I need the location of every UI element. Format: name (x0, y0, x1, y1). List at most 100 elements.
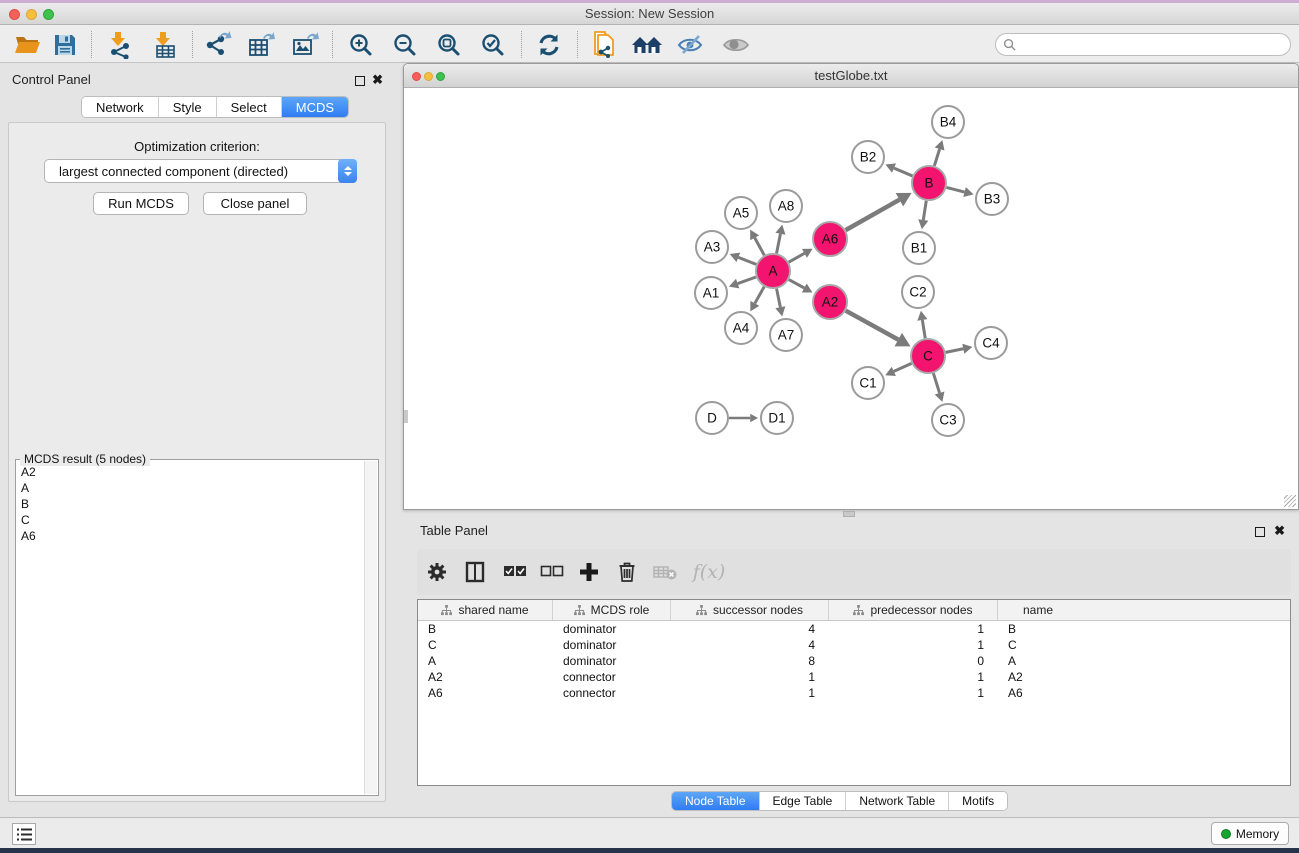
network-window-titlebar[interactable]: testGlobe.txt (404, 64, 1298, 88)
zoom-selected-button[interactable] (476, 30, 510, 60)
zoom-in-button[interactable] (344, 30, 378, 60)
network-view-window: testGlobe.txt A5A8A3A1A4A7AA6A2BB2B4B3B1… (403, 63, 1299, 510)
export-image-button[interactable] (288, 30, 322, 60)
close-panel-button[interactable]: Close panel (203, 192, 307, 215)
zoom-in-icon (348, 32, 374, 58)
table-settings-button[interactable] (421, 557, 453, 587)
graph-edge-A-A2[interactable] (789, 280, 804, 288)
graph-edge-C-C4[interactable] (946, 349, 964, 353)
search-field[interactable] (995, 33, 1291, 56)
column-header-MCDS-role[interactable]: MCDS role (553, 600, 671, 620)
tab-network-table[interactable]: Network Table (846, 792, 949, 810)
memory-button[interactable]: Memory (1211, 822, 1289, 845)
optimization-criterion-select[interactable]: largest connected component (directed) (44, 159, 357, 183)
import-table-button[interactable] (148, 30, 182, 60)
clone-network-button[interactable] (588, 30, 622, 60)
network-graph[interactable]: A5A8A3A1A4A7AA6A2BB2B4B3B1C2CC4C1C3DD1 (404, 88, 1298, 509)
graph-edge-A-A3[interactable] (738, 257, 756, 264)
function-icon: f(x) (693, 561, 726, 583)
select-all-button[interactable] (499, 557, 531, 587)
table-row[interactable]: A2connector11A2 (418, 669, 1290, 685)
float-table-panel-icon[interactable] (1255, 524, 1265, 542)
tab-node-table[interactable]: Node Table (672, 792, 760, 810)
minimize-network-icon[interactable] (424, 72, 433, 81)
table-cell: 1 (671, 686, 829, 700)
graph-edge-C-C3[interactable] (933, 373, 939, 393)
window-resize-grip[interactable] (1284, 495, 1296, 507)
graph-edge-A6-B[interactable] (846, 200, 900, 230)
table-row[interactable]: Cdominator41C (418, 637, 1290, 653)
vertical-scroll-nub[interactable] (404, 410, 408, 423)
tab-motifs[interactable]: Motifs (949, 792, 1007, 810)
graph-edge-C-C1[interactable] (894, 363, 912, 371)
optimization-criterion-label: Optimization criterion: (9, 139, 385, 154)
home-view-button[interactable] (630, 30, 664, 60)
save-icon (53, 33, 77, 57)
export-table-button[interactable] (244, 30, 278, 60)
function-builder-button[interactable]: f(x) (689, 557, 729, 587)
minimize-window-icon[interactable] (26, 9, 37, 20)
show-panels-button[interactable] (719, 30, 753, 60)
zoom-fit-button[interactable] (432, 30, 466, 60)
close-panel-icon[interactable]: ✖ (372, 75, 383, 85)
table-row[interactable]: A6connector11A6 (418, 685, 1290, 701)
zoom-network-icon[interactable] (436, 72, 445, 81)
tab-mcds[interactable]: MCDS (282, 97, 348, 117)
graph-edge-B-B1[interactable] (923, 201, 926, 220)
column-header-successor-nodes[interactable]: successor nodes (671, 600, 829, 620)
network-canvas[interactable]: A5A8A3A1A4A7AA6A2BB2B4B3B1C2CC4C1C3DD1 (404, 88, 1298, 509)
graph-edge-B-B2[interactable] (894, 168, 912, 176)
column-header-predecessor-nodes[interactable]: predecessor nodes (829, 600, 998, 620)
open-session-button[interactable] (11, 30, 45, 60)
zoom-out-button[interactable] (388, 30, 422, 60)
graph-edge-B-B4[interactable] (934, 149, 939, 166)
import-network-button[interactable] (103, 30, 137, 60)
table-row[interactable]: Adominator80A (418, 653, 1290, 669)
graph-edge-A2-C[interactable] (846, 311, 899, 340)
graph-edge-A-A6[interactable] (789, 253, 805, 262)
close-table-panel-icon[interactable]: ✖ (1274, 526, 1285, 536)
save-session-button[interactable] (48, 30, 82, 60)
graph-edge-B-B3[interactable] (946, 187, 964, 192)
graph-edge-A-A8[interactable] (777, 234, 781, 254)
result-list-item[interactable]: C (17, 512, 363, 528)
create-column-button[interactable] (573, 557, 605, 587)
tab-edge-table[interactable]: Edge Table (760, 792, 847, 810)
table-cell: connector (553, 686, 671, 700)
result-list-item[interactable]: A (17, 480, 363, 496)
close-window-icon[interactable] (9, 9, 20, 20)
search-input[interactable] (1020, 36, 1290, 54)
mcds-result-box: MCDS result (5 nodes) A2ABCA6 (15, 459, 379, 796)
graph-edge-A-A7[interactable] (777, 289, 781, 308)
delete-table-button[interactable] (649, 557, 681, 587)
show-columns-button[interactable] (459, 557, 491, 587)
export-table-icon (247, 31, 275, 59)
hide-panels-button[interactable] (674, 30, 708, 60)
column-header-name[interactable]: name (998, 600, 1078, 620)
graph-edge-A-A4[interactable] (755, 287, 764, 304)
deselect-all-button[interactable] (536, 557, 568, 587)
result-list-item[interactable]: A2 (17, 464, 363, 480)
zoom-window-icon[interactable] (43, 9, 54, 20)
run-mcds-button[interactable]: Run MCDS (93, 192, 189, 215)
delete-column-button[interactable] (611, 557, 643, 587)
tab-network[interactable]: Network (82, 97, 159, 117)
tab-select[interactable]: Select (217, 97, 282, 117)
graph-edge-A-A5[interactable] (755, 238, 765, 255)
node-table[interactable]: shared nameMCDS rolesuccessor nodesprede… (417, 599, 1291, 786)
result-scrollbar[interactable] (364, 461, 377, 794)
close-network-icon[interactable] (412, 72, 421, 81)
table-row[interactable]: Bdominator41B (418, 621, 1290, 637)
task-history-button[interactable] (12, 823, 36, 845)
graph-edge-A-A1[interactable] (738, 277, 756, 284)
zoom-selected-icon (480, 32, 506, 58)
mcds-result-list[interactable]: A2ABCA6 (17, 464, 363, 794)
refresh-button[interactable] (532, 30, 566, 60)
graph-edge-C-C2[interactable] (922, 320, 925, 338)
tab-style[interactable]: Style (159, 97, 217, 117)
float-panel-icon[interactable] (355, 73, 365, 91)
result-list-item[interactable]: B (17, 496, 363, 512)
column-header-shared-name[interactable]: shared name (418, 600, 553, 620)
export-network-button[interactable] (201, 30, 235, 60)
result-list-item[interactable]: A6 (17, 528, 363, 544)
